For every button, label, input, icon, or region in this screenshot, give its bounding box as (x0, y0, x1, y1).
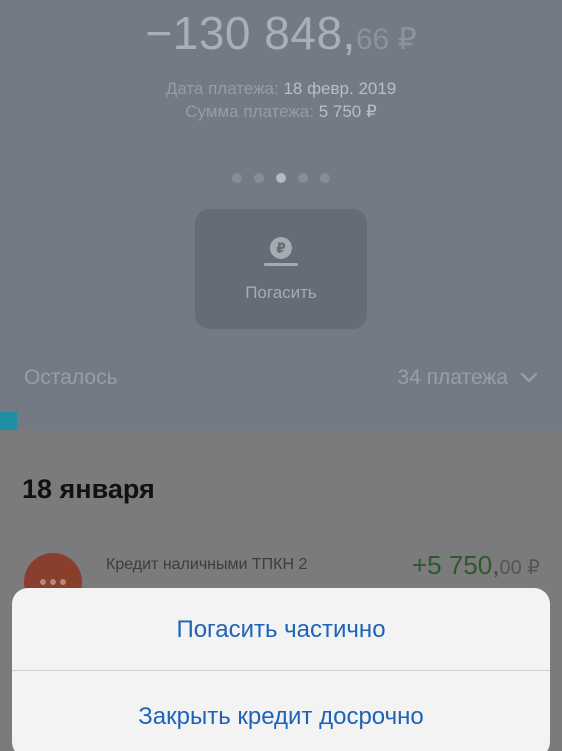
history-date-header: 18 января (22, 474, 155, 504)
avatar-dot (40, 579, 46, 585)
ruble-coin-icon: ₽ (264, 237, 298, 266)
avatar-dot (50, 579, 56, 585)
page-dot[interactable] (232, 173, 242, 183)
transaction-amount-integer: +5 750, (411, 550, 500, 580)
page-dot[interactable] (298, 173, 308, 183)
chevron-down-icon (520, 372, 538, 383)
payment-sum-row: Сумма платежа: 5 750 ₽ (0, 102, 562, 122)
transaction-amount[interactable]: +5 750,00 ₽ (412, 550, 540, 581)
repay-button[interactable]: ₽ Погасить (195, 209, 367, 329)
transaction-amount-kopecks: 00 ₽ (499, 557, 540, 579)
remaining-count: 34 платежа (397, 366, 508, 389)
payment-date-value: 18 февр. 2019 (283, 79, 397, 98)
payment-sum-label: Сумма платежа: (185, 102, 314, 121)
payment-date-label: Дата платежа: (165, 79, 279, 98)
remaining-payments-toggle[interactable]: 34 платежа (397, 366, 538, 390)
balance-integer: −130 848, (145, 7, 356, 59)
repay-partially-button[interactable]: Погасить частично (12, 616, 550, 644)
action-sheet-divider (12, 670, 550, 671)
svg-text:₽: ₽ (276, 241, 286, 257)
page-dot[interactable] (254, 173, 264, 183)
page-dot[interactable] (320, 173, 330, 183)
repay-button-label: Погасить (245, 283, 317, 302)
remaining-label: Осталось (24, 366, 118, 389)
page-indicator[interactable] (0, 173, 562, 183)
page-dot-active[interactable] (276, 173, 286, 183)
payment-sum-value: 5 750 ₽ (318, 102, 377, 121)
close-loan-early-button[interactable]: Закрыть кредит досрочно (12, 703, 550, 731)
repayment-progress-bar (0, 412, 17, 430)
transaction-name[interactable]: Кредит наличными ТПКН 2 (106, 556, 307, 574)
loan-summary: −130 848,66 ₽ Дата платежа: 18 февр. 201… (0, 0, 562, 430)
payment-date-row: Дата платежа: 18 февр. 2019 (0, 79, 562, 99)
action-sheet: Погасить частично Закрыть кредит досрочн… (12, 588, 550, 751)
balance-kopecks: 66 ₽ (355, 23, 417, 56)
loan-balance: −130 848,66 ₽ (0, 6, 562, 60)
avatar-dot (60, 579, 66, 585)
